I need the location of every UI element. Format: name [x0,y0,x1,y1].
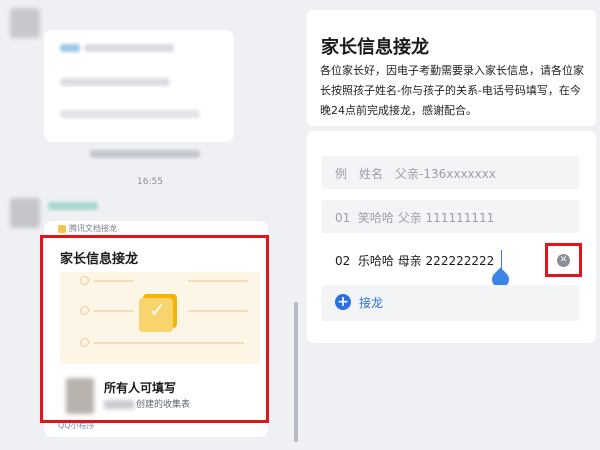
example-row: 例 姓名 父亲-136xxxxxxx [321,156,579,189]
highlight-box [545,243,582,277]
add-entry-label[interactable]: 接龙 [359,294,383,311]
chat-panel: 16:55 腾讯文档接龙 家长信息接龙 ✓ 所有人可填写 创建的收集表 QQ小程… [0,0,300,450]
chat-timestamp: 16:55 [137,177,163,187]
mini-program-source: 腾讯文档接龙 [58,223,117,234]
previous-message-card[interactable] [44,30,234,142]
entry-row[interactable]: 01 笑哈哈 父亲 111111111 [321,200,579,233]
plus-icon[interactable]: + [335,294,351,310]
entry-number: 02 [335,254,351,268]
entry-input-row[interactable]: 02 乐哈哈 母亲 222222222 [321,243,579,276]
chat-scrollbar[interactable] [294,302,298,442]
highlight-box [40,235,269,423]
sender-avatar[interactable] [10,8,40,38]
entry-number: 01 [335,211,351,225]
form-title: 家长信息接龙 [321,37,429,58]
form-description: 各位家长好，因电子考勤需要录入家长信息，请各位家长按照孩子姓名-你与孩子的关系-… [320,64,584,117]
entry-input: 乐哈哈 母亲 222222222 [357,254,495,268]
tencent-docs-icon [58,224,66,233]
entry-text: 笑哈哈 父亲 111111111 [357,211,495,225]
sender-avatar[interactable] [10,198,40,228]
